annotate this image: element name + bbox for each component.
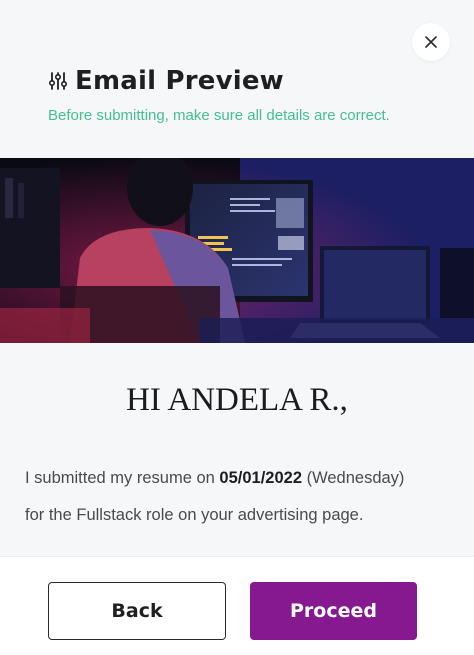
email-greeting: HI ANDELA R.,: [126, 382, 348, 418]
submission-day: (Wednesday): [302, 469, 405, 487]
hero-image: [0, 158, 474, 343]
close-button[interactable]: [412, 23, 450, 61]
modal-footer: Back Proceed: [0, 556, 474, 655]
page-title: Email Preview: [75, 66, 284, 96]
email-body: I submitted my resume on 05/01/2022 (Wed…: [25, 460, 455, 534]
email-line1-prefix: I submitted my resume on: [25, 469, 220, 487]
proceed-button[interactable]: Proceed: [250, 582, 417, 640]
modal-header: Email Preview Before submitting, make su…: [48, 64, 448, 124]
title-row: Email Preview: [48, 64, 448, 98]
developer-at-monitors-photo: [0, 158, 474, 343]
email-body-line1: I submitted my resume on 05/01/2022 (Wed…: [25, 460, 455, 497]
close-icon: [425, 36, 437, 48]
email-preview-modal: Email Preview Before submitting, make su…: [0, 0, 474, 655]
page-subtitle: Before submitting, make sure all details…: [48, 107, 390, 124]
back-button[interactable]: Back: [48, 582, 226, 640]
submission-date: 05/01/2022: [219, 469, 303, 487]
sliders-icon: [48, 72, 68, 90]
email-body-line2: for the Fullstack role on your advertisi…: [25, 506, 364, 524]
